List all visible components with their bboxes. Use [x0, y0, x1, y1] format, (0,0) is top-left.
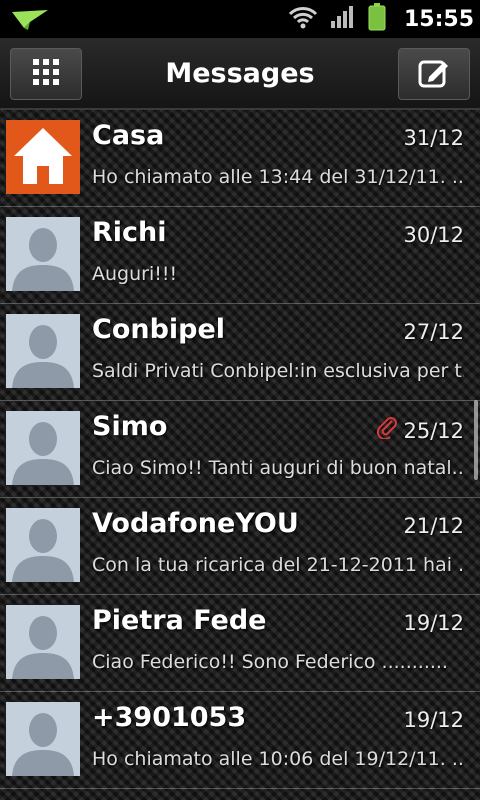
- message-date: 27/12: [403, 320, 464, 344]
- contact-name: Pietra Fede: [92, 605, 267, 636]
- message-preview: Ciao Simo!! Tanti auguri di buon natal..…: [92, 457, 464, 479]
- messages-screen: 15:55 Messages Casa 31/12 Ho chiamato al…: [0, 0, 480, 800]
- message-row[interactable]: Simo 25/12 Ciao Simo!! Tanti auguri di buo…: [0, 401, 480, 498]
- message-list: Casa 31/12 Ho chiamato alle 13:44 del 31/1…: [0, 110, 480, 789]
- home-icon[interactable]: [6, 120, 80, 194]
- message-row[interactable]: Conbipel 27/12 Saldi Privati Conbipel:in e…: [0, 304, 480, 401]
- message-preview: Con la tua ricarica del 21-12-2011 hai .…: [92, 554, 464, 576]
- battery-icon: [368, 3, 386, 35]
- message-date: 31/12: [403, 126, 464, 150]
- contact-name: VodafoneYOU: [92, 508, 299, 539]
- compose-icon: [417, 55, 451, 93]
- message-date-wrap: 31/12: [403, 126, 464, 150]
- notification-arrow-icon: [10, 8, 50, 30]
- contact-name: Simo: [92, 411, 168, 442]
- grid-button[interactable]: [10, 48, 82, 100]
- contact-placeholder-icon[interactable]: [6, 508, 80, 582]
- contact-placeholder-icon[interactable]: [6, 411, 80, 485]
- message-preview: Ho chiamato alle 13:44 del 31/12/11. ...: [92, 166, 464, 188]
- attachment-icon: [377, 417, 399, 444]
- message-preview: Ciao Federico!! Sono Federico ..........…: [92, 651, 448, 673]
- clock: 15:55: [403, 6, 474, 32]
- status-bar: 15:55: [0, 0, 480, 38]
- message-date-wrap: 27/12: [403, 320, 464, 344]
- action-bar: Messages: [0, 38, 480, 110]
- grid-icon: [32, 58, 60, 90]
- contact-name: Conbipel: [92, 314, 226, 345]
- message-date-wrap: 25/12: [377, 417, 464, 444]
- page-title: Messages: [165, 57, 315, 89]
- compose-button[interactable]: [398, 48, 470, 100]
- contact-name: +3901053: [92, 702, 247, 733]
- contact-placeholder-icon[interactable]: [6, 217, 80, 291]
- message-date-wrap: 21/12: [403, 514, 464, 538]
- message-date-wrap: 19/12: [403, 611, 464, 635]
- contact-placeholder-icon[interactable]: [6, 314, 80, 388]
- message-date: 19/12: [403, 611, 464, 635]
- message-row[interactable]: Pietra Fede 19/12 Ciao Federico!! Sono Fed…: [0, 595, 480, 692]
- message-date: 30/12: [403, 223, 464, 247]
- scrollbar[interactable]: [474, 400, 478, 480]
- message-preview: Saldi Privati Conbipel:in esclusiva per …: [92, 360, 464, 382]
- wifi-icon: [288, 5, 318, 33]
- message-date: 19/12: [403, 708, 464, 732]
- signal-icon: [330, 5, 356, 33]
- message-row[interactable]: Casa 31/12 Ho chiamato alle 13:44 del 31/1…: [0, 110, 480, 207]
- message-date: 21/12: [403, 514, 464, 538]
- message-date-wrap: 30/12: [403, 223, 464, 247]
- contact-name: Casa: [92, 120, 165, 151]
- message-date-wrap: 19/12: [403, 708, 464, 732]
- message-row[interactable]: +3901053 19/12 Ho chiamato alle 10:06 del …: [0, 692, 480, 789]
- message-date: 25/12: [403, 418, 464, 443]
- message-row[interactable]: Richi 30/12 Auguri!!!: [0, 207, 480, 304]
- contact-placeholder-icon[interactable]: [6, 702, 80, 776]
- message-preview: Auguri!!!: [92, 263, 178, 285]
- contact-placeholder-icon[interactable]: [6, 605, 80, 679]
- message-preview: Ho chiamato alle 10:06 del 19/12/11. ...: [92, 748, 464, 770]
- message-row[interactable]: VodafoneYOU 21/12 Con la tua ricarica del …: [0, 498, 480, 595]
- contact-name: Richi: [92, 217, 167, 248]
